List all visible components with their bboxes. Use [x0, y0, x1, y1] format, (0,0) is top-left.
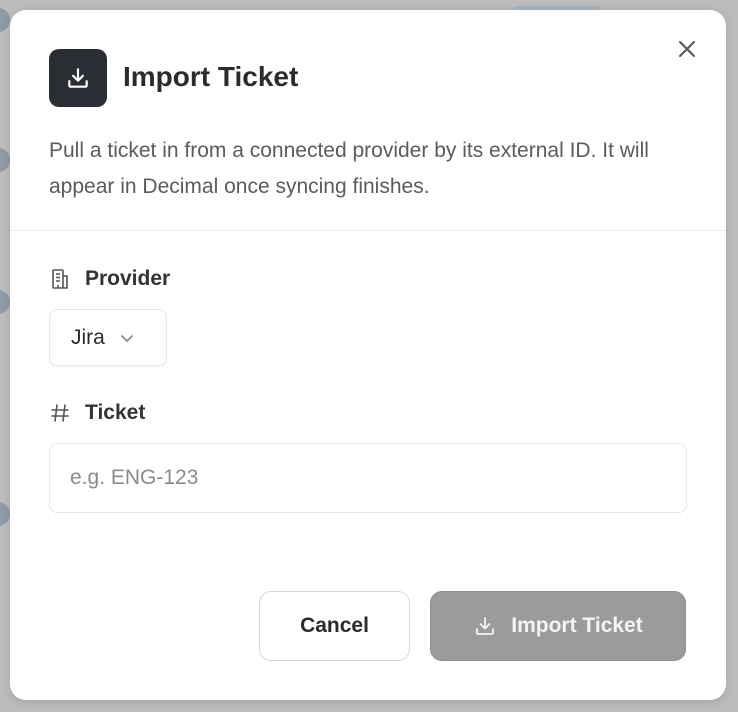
background-avatar — [0, 8, 10, 32]
close-button[interactable] — [674, 36, 700, 62]
ticket-id-input[interactable] — [49, 443, 687, 513]
provider-select[interactable]: Jira — [49, 309, 167, 366]
ticket-label-text: Ticket — [85, 401, 146, 424]
provider-selected-value: Jira — [71, 325, 105, 349]
background-avatar — [0, 290, 10, 314]
download-icon — [473, 614, 497, 638]
dialog-title: Import Ticket — [123, 61, 299, 92]
import-ticket-dialog: Import Ticket Pull a ticket in from a co… — [10, 10, 726, 700]
chevron-down-icon — [119, 330, 135, 346]
import-ticket-button[interactable]: Import Ticket — [430, 591, 686, 661]
dialog-header: Import Ticket Pull a ticket in from a co… — [10, 10, 726, 231]
dialog-description: Pull a ticket in from a connected provid… — [49, 139, 649, 198]
background-avatar — [0, 148, 10, 172]
close-icon — [679, 41, 695, 57]
import-ticket-button-label: Import Ticket — [511, 614, 643, 637]
provider-label-text: Provider — [85, 267, 171, 290]
cancel-button[interactable]: Cancel — [259, 591, 410, 661]
background-avatar — [0, 502, 10, 526]
provider-label: Provider — [49, 264, 170, 294]
download-icon — [49, 49, 107, 107]
hash-icon — [49, 402, 71, 424]
ticket-label: Ticket — [49, 398, 145, 428]
building-icon — [49, 268, 71, 290]
